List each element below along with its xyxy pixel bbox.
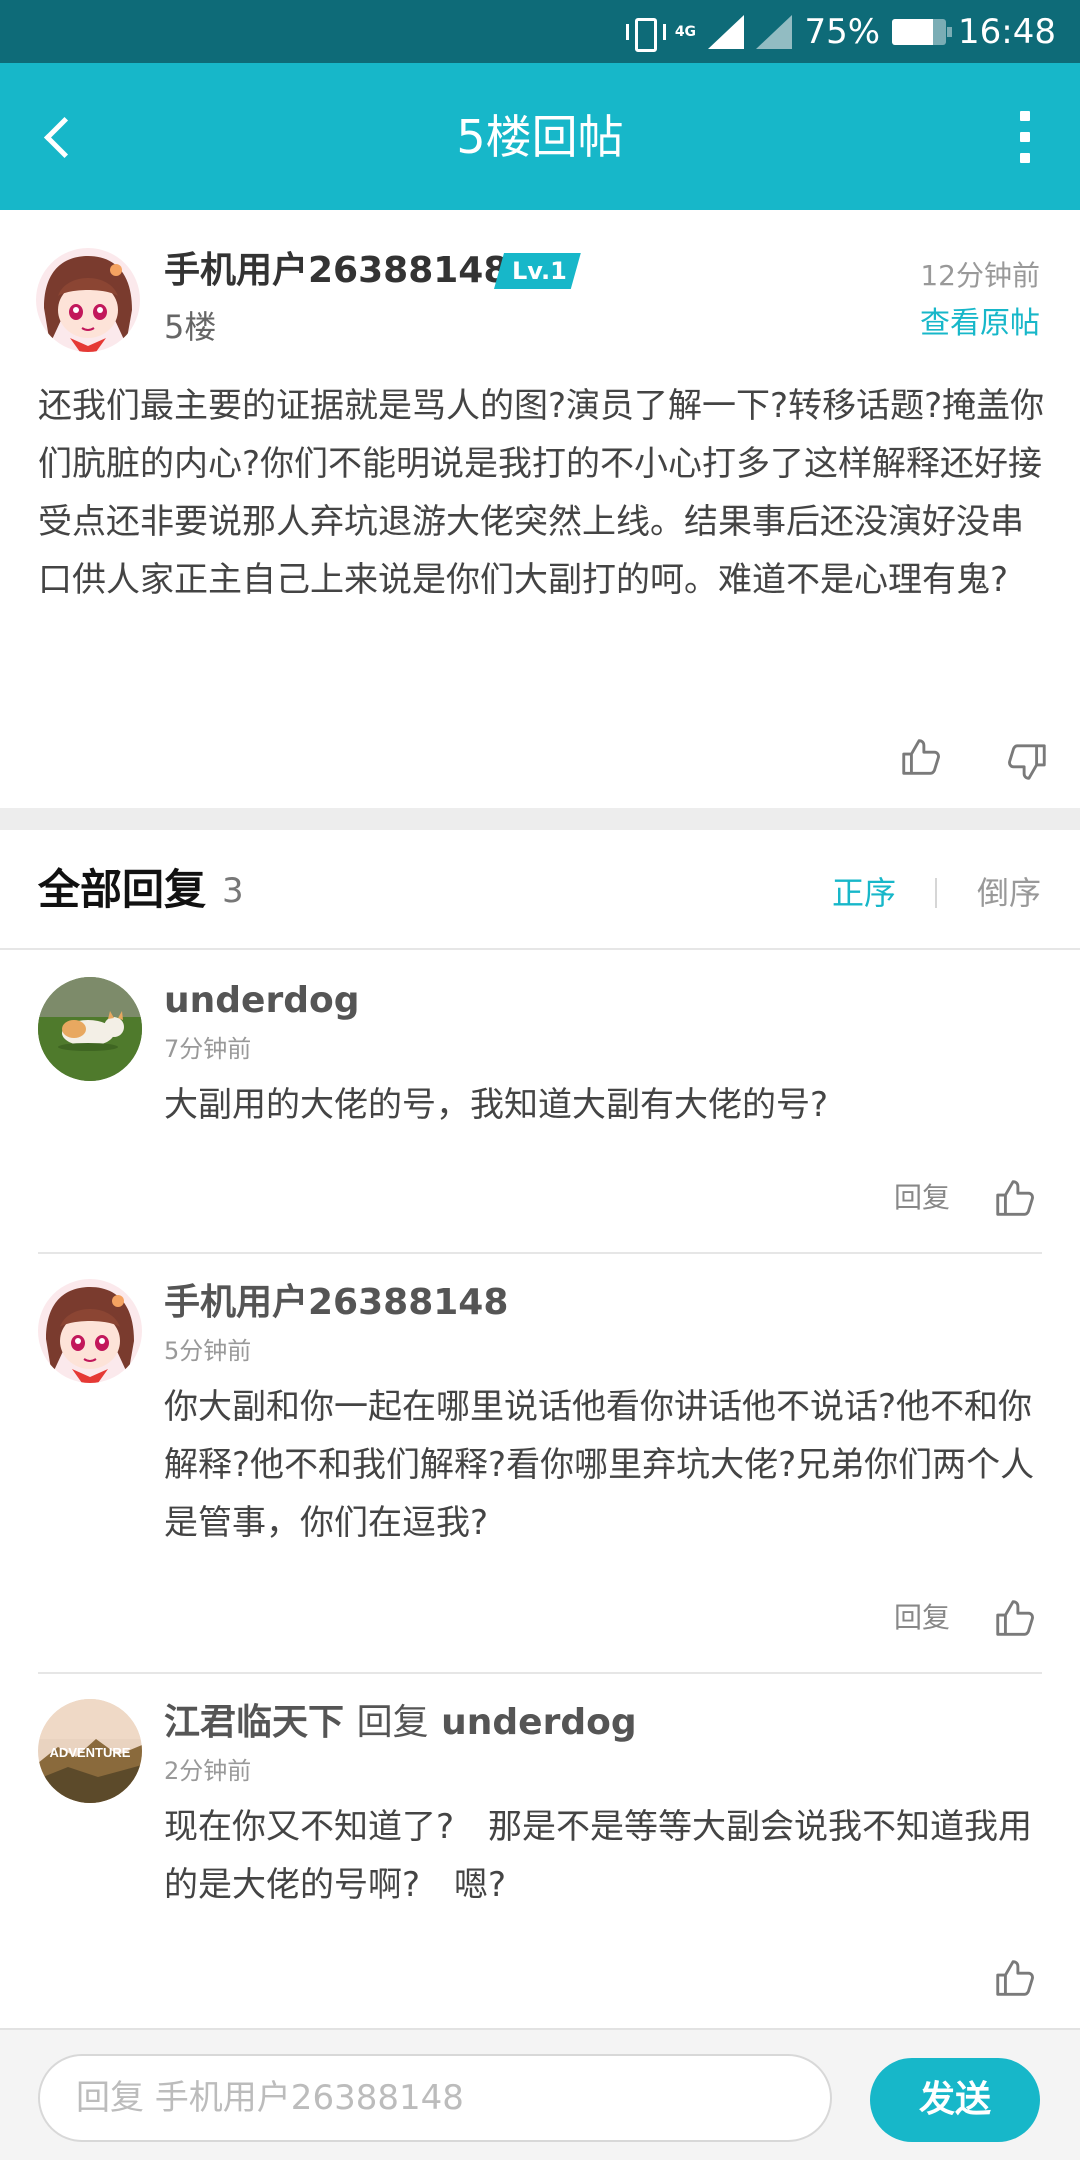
battery-percent: 75% bbox=[804, 11, 881, 52]
reply-time: 7分钟前 bbox=[164, 1035, 252, 1063]
reply-username[interactable]: 江君临天下 bbox=[164, 1702, 344, 1743]
anime-avatar-image bbox=[36, 248, 140, 352]
sort-descending-tab[interactable]: 倒序 bbox=[977, 870, 1041, 916]
reply-username[interactable]: underdog bbox=[164, 976, 359, 1026]
reply-body: 现在你又不知道了? 那是不是等等大副会说我不知道我用的是大佬的号啊? 嗯? bbox=[164, 1807, 1033, 1905]
signal-secondary-icon bbox=[756, 14, 793, 49]
thumb-up-icon[interactable] bbox=[992, 1954, 1038, 2000]
page-title: 5楼回帖 bbox=[456, 110, 624, 164]
post-time: 12分钟前 bbox=[920, 259, 1040, 292]
avatar-caption: ADVENTURE bbox=[49, 1745, 131, 1760]
avatar[interactable] bbox=[36, 248, 140, 352]
sort-separator bbox=[935, 878, 937, 908]
post-body: 还我们最主要的证据就是骂人的图?演员了解一下?转移话题?掩盖你们肮脏的内心?你们… bbox=[38, 386, 1045, 600]
replies-header: 全部回复 3 正序 倒序 bbox=[0, 830, 1080, 950]
thumb-up-icon[interactable] bbox=[992, 1594, 1038, 1640]
replies-title: 全部回复 bbox=[38, 865, 207, 914]
battery-fill bbox=[892, 18, 933, 45]
reply-target-username[interactable]: underdog bbox=[441, 1702, 636, 1743]
avatar[interactable] bbox=[38, 1279, 142, 1383]
anime-avatar-image bbox=[38, 1279, 142, 1383]
clock: 16:48 bbox=[958, 11, 1056, 52]
sort-ascending-tab[interactable]: 正序 bbox=[832, 870, 896, 916]
replies-count: 3 bbox=[222, 871, 244, 911]
reply-username-line: 江君临天下 回复 underdog bbox=[164, 1698, 637, 1748]
vibrate-icon bbox=[624, 16, 667, 52]
title-bar: 5楼回帖 bbox=[0, 63, 1080, 210]
battery-icon bbox=[892, 18, 953, 45]
reply-button[interactable]: 回复 bbox=[894, 1178, 950, 1218]
reply-username[interactable]: 手机用户26388148 bbox=[164, 1278, 508, 1328]
signal-icon bbox=[708, 14, 745, 49]
level-badge: Lv.1 bbox=[494, 253, 581, 289]
reply-item: underdog 7分钟前 大副用的大佬的号，我知道大副有大佬的号? 回复 bbox=[0, 952, 1080, 1252]
section-divider bbox=[0, 808, 1080, 830]
cat-avatar-image bbox=[38, 977, 142, 1081]
more-dot-icon bbox=[1020, 111, 1030, 121]
reply-to-word: 回复 bbox=[356, 1702, 429, 1743]
status-bar-right: 4G 75% 16:48 bbox=[624, 0, 1056, 63]
send-button[interactable]: 发送 bbox=[870, 2058, 1040, 2142]
view-original-link[interactable]: 查看原帖 bbox=[920, 302, 1040, 346]
avatar[interactable]: ADVENTURE bbox=[38, 1699, 142, 1803]
reply-input-bar: 发送 bbox=[0, 2028, 1080, 2160]
avatar[interactable] bbox=[38, 977, 142, 1081]
thumb-down-icon[interactable] bbox=[1004, 740, 1050, 786]
thumb-up-icon[interactable] bbox=[992, 1174, 1038, 1220]
reply-body: 你大副和你一起在哪里说话他看你讲话他不说话?他不和你解释?他不和我们解释?看你哪… bbox=[164, 1387, 1035, 1543]
status-bar: 4G 75% 16:48 bbox=[0, 0, 1080, 63]
thumb-up-icon[interactable] bbox=[898, 733, 944, 779]
reply-time: 2分钟前 bbox=[164, 1757, 252, 1785]
more-options-button[interactable] bbox=[1010, 105, 1040, 169]
reply-button[interactable]: 回复 bbox=[894, 1598, 950, 1638]
more-dot-icon bbox=[1020, 132, 1030, 142]
post-username[interactable]: 手机用户26388148 bbox=[164, 246, 508, 296]
reply-item: 手机用户26388148 5分钟前 你大副和你一起在哪里说话他看你讲话他不说话?… bbox=[0, 1254, 1080, 1672]
main-post: 手机用户26388148 Lv.1 5楼 12分钟前 查看原帖 还我们最主要的证… bbox=[0, 210, 1080, 808]
reply-body: 大副用的大佬的号，我知道大副有大佬的号? bbox=[164, 1085, 829, 1125]
reply-input[interactable] bbox=[38, 2054, 832, 2142]
reply-item: ADVENTURE 江君临天下 回复 underdog 2分钟前 现在你又不知道… bbox=[0, 1674, 1080, 2028]
floor-label: 5楼 bbox=[164, 308, 217, 346]
reply-time: 5分钟前 bbox=[164, 1337, 252, 1365]
network-type-label: 4G bbox=[674, 23, 697, 40]
more-dot-icon bbox=[1020, 153, 1030, 163]
